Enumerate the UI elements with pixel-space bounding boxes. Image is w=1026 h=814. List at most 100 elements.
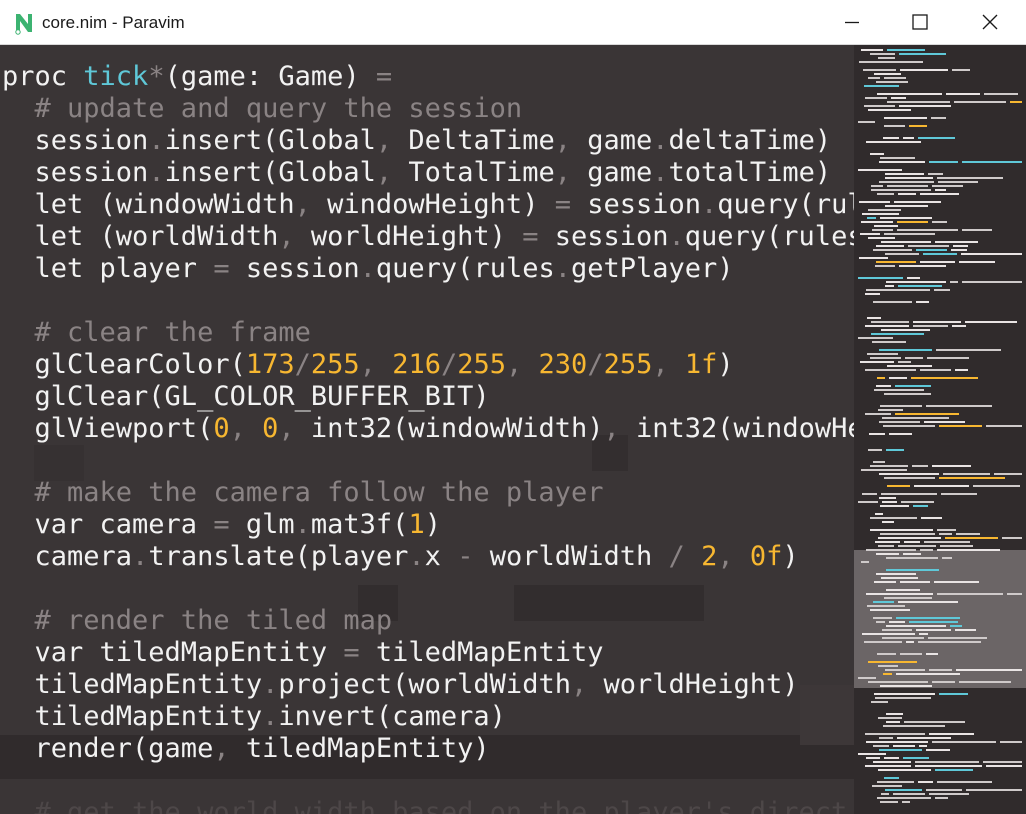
code-token: session bbox=[229, 253, 360, 284]
minimap-code-line bbox=[1002, 537, 1022, 539]
code-token: , bbox=[278, 221, 311, 252]
code-token: 2 bbox=[701, 541, 718, 572]
minimap-code-line bbox=[918, 781, 933, 783]
minimap-code-line bbox=[935, 769, 973, 771]
minimap-code-line bbox=[994, 473, 1022, 475]
minimap-code-line bbox=[941, 493, 977, 495]
minimap-code-line bbox=[1010, 101, 1022, 103]
minimap-code-line bbox=[912, 465, 928, 467]
minimap-code-line bbox=[883, 137, 899, 139]
minimap-code-line bbox=[943, 473, 990, 475]
minimap-code-line bbox=[882, 521, 894, 523]
minimap-code-line bbox=[909, 621, 958, 623]
minimap-code-line bbox=[865, 97, 887, 99]
minimap-code-line bbox=[934, 289, 950, 291]
minimap-code-line bbox=[879, 161, 925, 163]
minimap-code-line bbox=[884, 77, 906, 79]
code-token: session bbox=[538, 221, 669, 252]
minimap-code-line bbox=[868, 237, 895, 239]
minimap-code-line bbox=[920, 261, 955, 263]
minimap-code-line bbox=[866, 593, 933, 595]
minimap-code-line bbox=[902, 801, 910, 803]
minimap-code-line bbox=[887, 485, 910, 487]
minimap-code-line bbox=[868, 681, 928, 683]
code-token: worldHeight) bbox=[603, 669, 799, 700]
close-button[interactable] bbox=[956, 0, 1024, 45]
code-token: # get the world width based on the playe… bbox=[2, 797, 848, 814]
minimap-code-line bbox=[878, 57, 895, 59]
code-token: render(game bbox=[2, 733, 214, 764]
code-token: session bbox=[2, 157, 149, 188]
minimap-code-line bbox=[950, 625, 962, 627]
minimap-viewport[interactable] bbox=[854, 550, 1026, 688]
minimap-code-line bbox=[868, 209, 901, 211]
minimap-code-line bbox=[889, 621, 905, 623]
minimap-code-line bbox=[877, 797, 931, 799]
minimap-code-line bbox=[926, 749, 950, 751]
minimap-code-line bbox=[870, 529, 933, 531]
code-token: , bbox=[213, 733, 246, 764]
minimap-code-line bbox=[880, 533, 935, 535]
minimap-code-line bbox=[940, 545, 973, 547]
code-token: x bbox=[424, 541, 458, 572]
code-token: var tiledMapEntity bbox=[2, 637, 344, 668]
minimap-code-line bbox=[897, 229, 958, 231]
minimap-code-line bbox=[901, 501, 934, 503]
code-token: # clear the frame bbox=[2, 317, 311, 348]
minimap-code-line bbox=[864, 641, 902, 643]
minimap-code-line bbox=[939, 477, 1005, 479]
minimap-code-line bbox=[904, 721, 965, 723]
code-token: session bbox=[2, 125, 149, 156]
code-token: - bbox=[457, 541, 474, 572]
minimap-code-line bbox=[880, 217, 932, 219]
minimap-code-line bbox=[862, 493, 877, 495]
minimap-code-line bbox=[926, 653, 938, 655]
minimap-code-line bbox=[920, 549, 933, 551]
minimap-code-line bbox=[900, 653, 922, 655]
minimap-code-line bbox=[874, 225, 898, 227]
code-token: int32(windowHe bbox=[636, 413, 864, 444]
minimap-code-line bbox=[866, 549, 916, 551]
minimap-code-line bbox=[962, 281, 1022, 283]
minimap-code-line bbox=[880, 801, 898, 803]
code-token: glClear(GL_COLOR_BUFFER_BIT) bbox=[2, 381, 490, 412]
minimap-code-line bbox=[886, 557, 938, 559]
code-token: project(worldWidth bbox=[278, 669, 571, 700]
minimap-code-line bbox=[1007, 593, 1022, 595]
minimap-code-line bbox=[935, 241, 978, 243]
code-token: = bbox=[554, 189, 571, 220]
minimap-code-line bbox=[867, 605, 905, 607]
minimap-code-line bbox=[952, 325, 966, 327]
minimap-code-line bbox=[973, 485, 1020, 487]
minimap-code-line bbox=[913, 325, 948, 327]
minimap-code-line bbox=[903, 137, 914, 139]
minimap-code-line bbox=[860, 361, 894, 363]
minimap-code-line bbox=[882, 637, 924, 639]
minimize-button[interactable] bbox=[818, 0, 886, 45]
minimap[interactable] bbox=[854, 45, 1026, 814]
maximize-button[interactable] bbox=[886, 0, 954, 45]
minimap-code-line bbox=[872, 785, 902, 787]
minimap-code-line bbox=[879, 349, 932, 351]
code-token: 255 bbox=[603, 349, 653, 380]
minimap-code-line bbox=[884, 477, 935, 479]
minimap-code-line bbox=[876, 81, 908, 83]
code-token: = bbox=[343, 637, 360, 668]
minimap-code-line bbox=[858, 753, 886, 755]
code-token: , bbox=[229, 413, 263, 444]
minimap-code-line bbox=[873, 617, 892, 619]
minimap-code-line bbox=[900, 581, 930, 583]
code-token: , bbox=[554, 125, 588, 156]
code-token: insert(Global bbox=[164, 157, 376, 188]
minimap-code-line bbox=[919, 633, 928, 635]
code-token: camera bbox=[2, 541, 133, 572]
minimap-code-line bbox=[929, 793, 969, 795]
minimap-code-line bbox=[928, 173, 943, 175]
code-token: . bbox=[132, 541, 149, 572]
code-token: ) bbox=[782, 541, 799, 572]
code-editor[interactable]: proc tick*(game: Game) = # update and qu… bbox=[0, 45, 1026, 814]
minimap-code-line bbox=[881, 241, 931, 243]
minimize-icon bbox=[845, 21, 859, 24]
